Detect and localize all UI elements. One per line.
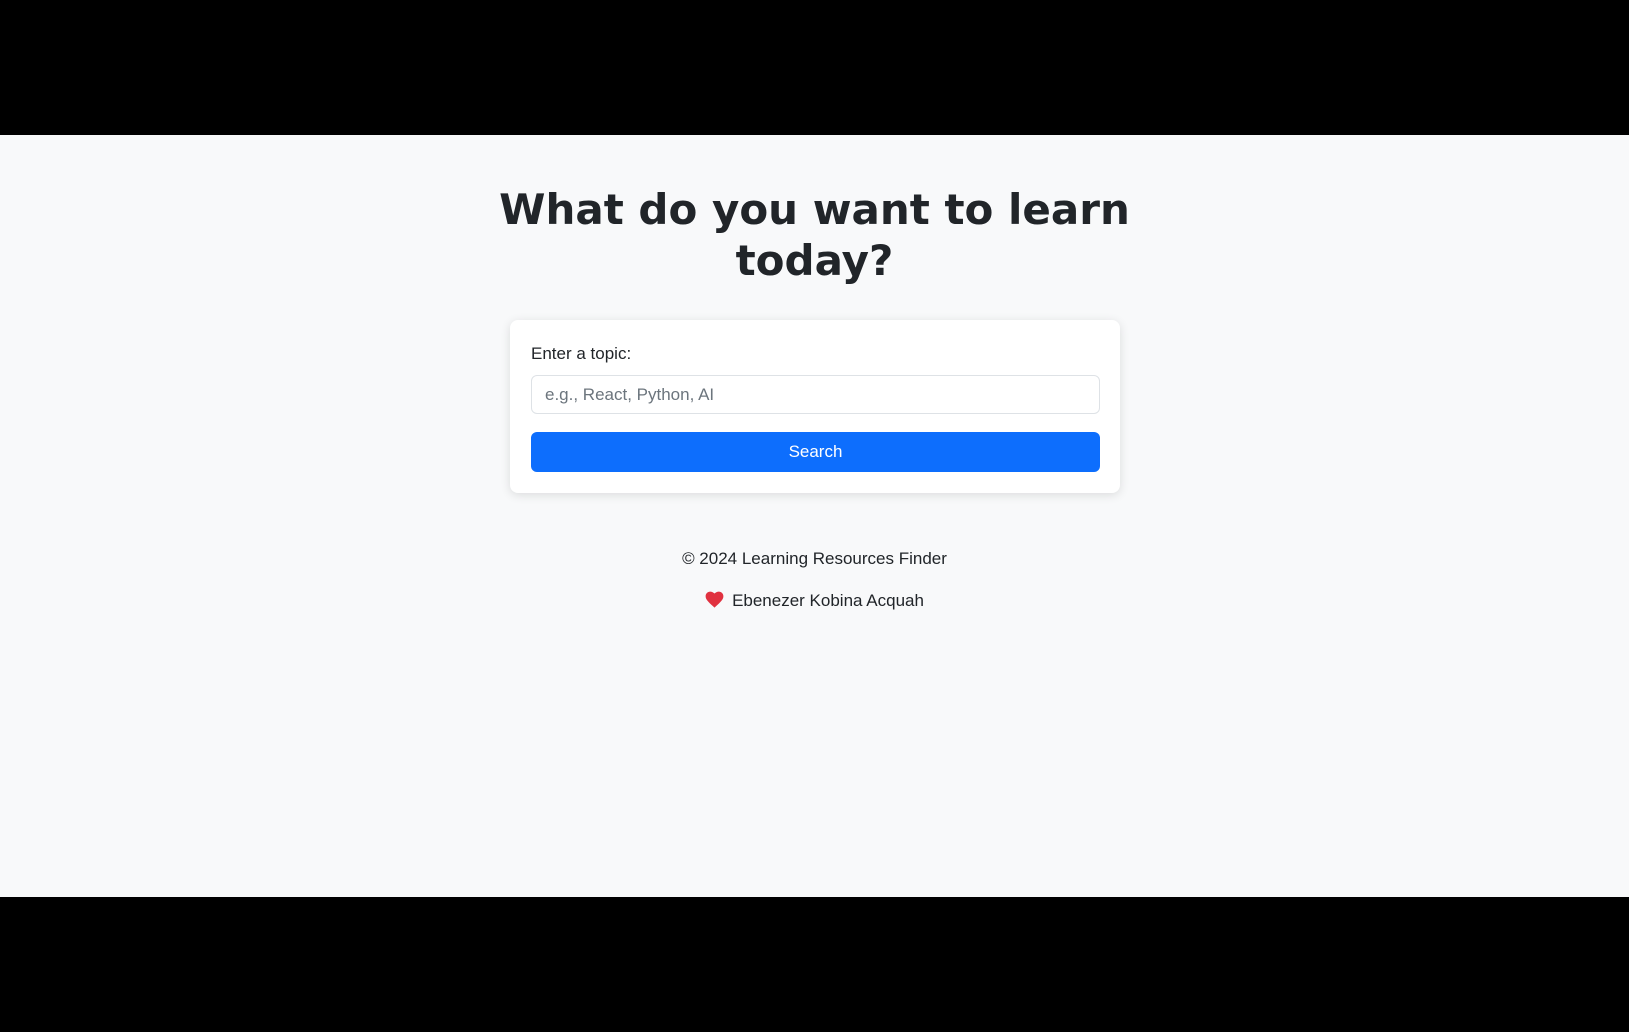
heart-icon xyxy=(705,591,724,608)
author-credit: Ebenezer Kobina Acquah xyxy=(0,591,1629,611)
page-title: What do you want to learn today? xyxy=(0,184,1629,286)
topic-label: Enter a topic: xyxy=(531,344,632,363)
author-name: Ebenezer Kobina Acquah xyxy=(732,591,924,610)
letterbox-top xyxy=(0,0,1629,135)
topic-search-input[interactable] xyxy=(531,375,1100,414)
copyright-text: © 2024 Learning Resources Finder xyxy=(682,549,947,568)
page-title-line-2: today? xyxy=(735,236,894,285)
page-title-line-1: What do you want to learn xyxy=(499,185,1130,234)
search-card: Enter a topic: Search xyxy=(510,320,1120,493)
page-viewport: What do you want to learn today? Enter a… xyxy=(0,135,1629,897)
letterbox-bottom xyxy=(0,897,1629,1032)
search-button[interactable]: Search xyxy=(531,432,1100,472)
